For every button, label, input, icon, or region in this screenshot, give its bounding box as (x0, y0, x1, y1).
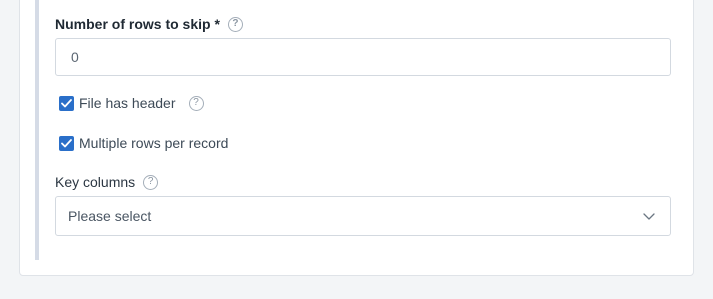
rows-to-skip-label-text: Number of rows to skip * (55, 16, 220, 32)
key-columns-label: Key columns ? (55, 174, 159, 190)
rows-to-skip-value: 0 (71, 49, 79, 65)
multiple-rows-row: Multiple rows per record (59, 135, 228, 151)
help-icon[interactable]: ? (143, 174, 159, 190)
file-has-header-row: File has header ? (59, 95, 204, 111)
key-columns-label-text: Key columns (55, 174, 136, 190)
rows-to-skip-label: Number of rows to skip * ? (55, 16, 243, 32)
rows-to-skip-input[interactable]: 0 (55, 38, 671, 76)
checkmark-icon (61, 98, 72, 107)
help-icon[interactable]: ? (188, 95, 204, 111)
file-has-header-label[interactable]: File has header (79, 95, 176, 111)
help-icon[interactable]: ? (227, 16, 243, 32)
checkmark-icon (61, 138, 72, 147)
multiple-rows-label[interactable]: Multiple rows per record (79, 135, 228, 151)
key-columns-placeholder: Please select (68, 208, 152, 224)
section-indicator-bar (35, 0, 39, 260)
file-has-header-checkbox[interactable] (59, 95, 74, 111)
chevron-down-icon (643, 213, 655, 220)
key-columns-select[interactable]: Please select (55, 196, 671, 236)
multiple-rows-checkbox[interactable] (59, 135, 74, 151)
